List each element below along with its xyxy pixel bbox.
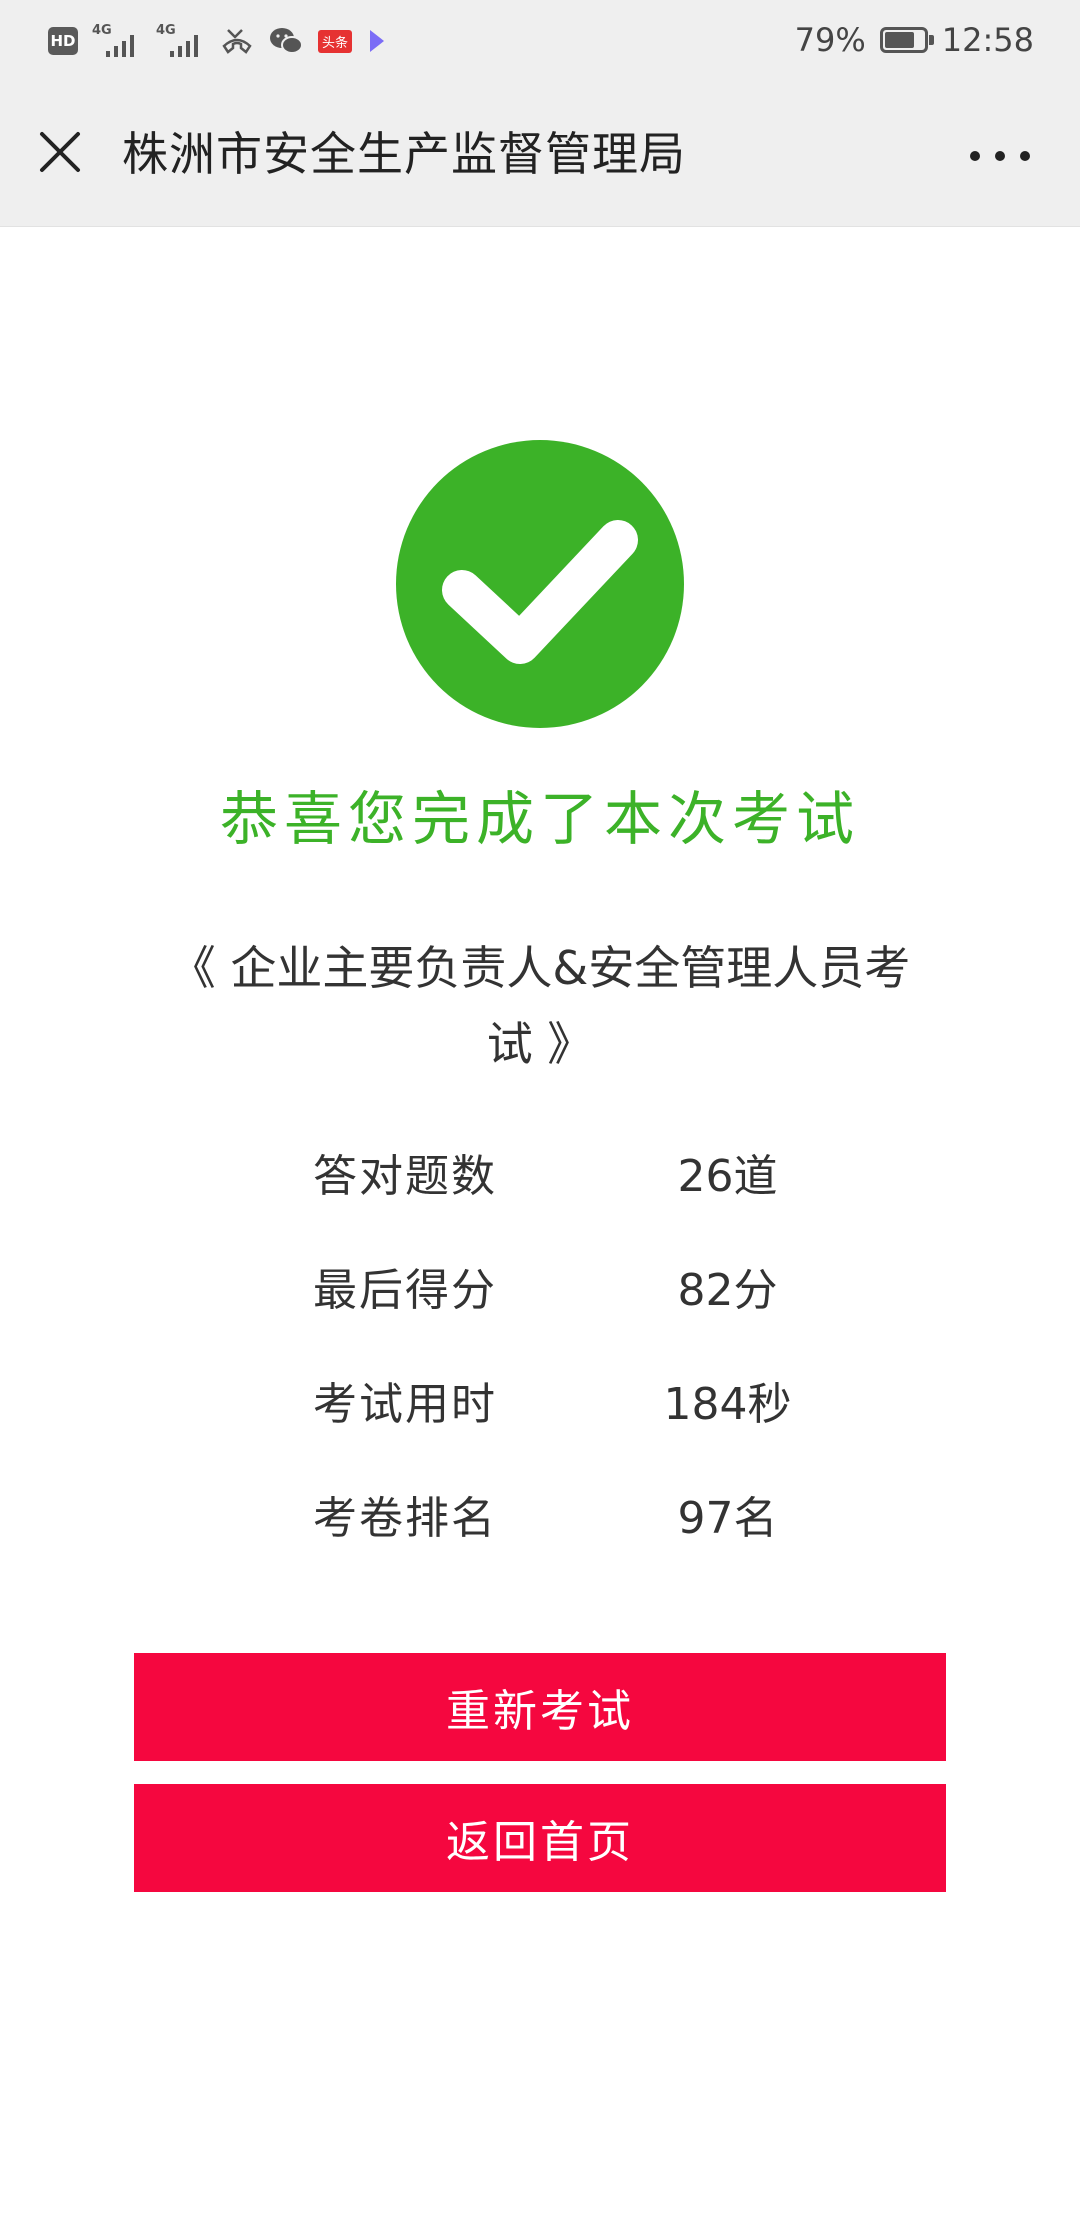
retry-exam-button[interactable]: 重新考试 [134, 1653, 946, 1761]
signal-bars-icon [106, 35, 134, 57]
stat-value: 26道 [677, 1151, 778, 1202]
app-root: HD 4G 4G 头条 79% 12:58 株洲市安全生产监督管理局 恭喜您完成… [0, 0, 1080, 2240]
stat-row-rank: 考卷排名 97名 [0, 1482, 1080, 1596]
signal-icon-2: 4G [156, 23, 206, 59]
battery-fill [884, 32, 914, 48]
stat-row-score: 最后得分 82分 [0, 1254, 1080, 1368]
battery-icon [879, 27, 934, 53]
result-stats: 答对题数 26道 最后得分 82分 考试用时 184秒 考卷排名 97名 [0, 1140, 1080, 1596]
signal-bars-icon [170, 35, 198, 57]
checkmark-circle-icon [396, 440, 684, 728]
nav-bar: 株洲市安全生产监督管理局 [0, 80, 1080, 227]
wechat-icon [270, 28, 303, 54]
battery-percent: 79% [794, 21, 866, 59]
hd-badge: HD [48, 27, 78, 55]
more-dots-icon [1020, 151, 1030, 161]
stat-label: 最后得分 [313, 1265, 497, 1316]
more-button[interactable] [970, 136, 1030, 176]
status-bar: HD 4G 4G 头条 79% 12:58 [0, 0, 1080, 80]
stat-row-correct: 答对题数 26道 [0, 1140, 1080, 1254]
stat-label: 考卷排名 [313, 1493, 497, 1544]
page-title: 株洲市安全生产监督管理局 [122, 127, 686, 181]
stat-row-time: 考试用时 184秒 [0, 1368, 1080, 1482]
congrats-message: 恭喜您完成了本次考试 [219, 785, 860, 853]
exam-title: 《 企业主要负责人&安全管理人员考试 》 [169, 941, 911, 1071]
stat-value: 184秒 [663, 1379, 792, 1430]
stat-value: 97名 [677, 1493, 778, 1544]
clock-time: 12:58 [941, 21, 1034, 59]
toutiao-app-icon: 头条 [318, 29, 353, 53]
status-icons-left: HD 4G 4G 头条 [48, 20, 388, 62]
close-button[interactable] [30, 122, 90, 182]
missed-call-icon [222, 29, 252, 54]
close-icon [40, 132, 80, 172]
more-dots-icon [995, 151, 1005, 161]
status-icons-right: 79% 12:58 [795, 18, 1034, 62]
signal-icon-1: 4G [92, 23, 142, 59]
stat-label: 答对题数 [313, 1151, 497, 1202]
back-home-button[interactable]: 返回首页 [134, 1784, 946, 1892]
stat-value: 82分 [677, 1265, 778, 1316]
stat-label: 考试用时 [313, 1379, 497, 1430]
video-app-icon [370, 30, 385, 52]
more-dots-icon [970, 151, 980, 161]
